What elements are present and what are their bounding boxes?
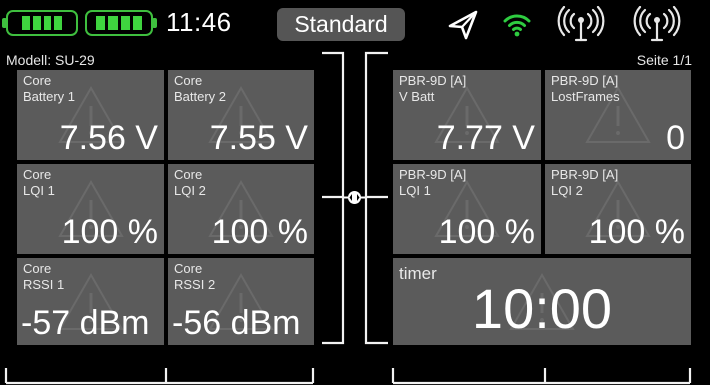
timer-label: timer xyxy=(399,264,437,283)
tile-source: PBR-9D [A] xyxy=(551,73,619,88)
tile-label: LQI 1 xyxy=(399,183,431,198)
tile-label: RSSI 1 xyxy=(23,277,65,292)
tile-value: -56 dBm xyxy=(172,304,301,342)
tile-label: LQI 2 xyxy=(551,183,583,198)
telemetry-tile-lqi-2-receiver[interactable]: PBR-9D [A] LQI 2 100 % xyxy=(545,164,691,254)
tile-label: LQI 2 xyxy=(174,183,206,198)
tile-source: PBR-9D [A] xyxy=(551,167,619,182)
tile-source: Core xyxy=(23,73,52,88)
timer-tile[interactable]: timer 10:00 xyxy=(393,258,691,345)
tile-source: Core xyxy=(174,167,203,182)
tile-label: V Batt xyxy=(399,89,435,104)
split-handle-icon[interactable] xyxy=(343,189,366,206)
tile-value: 100 % xyxy=(61,213,158,251)
tile-label: LQI 1 xyxy=(23,183,55,198)
telemetry-tile-lost-frames[interactable]: PBR-9D [A] LostFrames 0 xyxy=(545,70,691,160)
tile-value: 100 % xyxy=(588,213,685,251)
tile-source: Core xyxy=(23,167,52,182)
telemetry-tile-battery-2[interactable]: Core Battery 2 7.55 V xyxy=(168,70,314,160)
tile-source: Core xyxy=(174,73,203,88)
telemetry-tile-rssi-1[interactable]: Core RSSI 1 -57 dBm xyxy=(17,258,164,345)
telemetry-tile-rssi-2[interactable]: Core RSSI 2 -56 dBm xyxy=(168,258,314,345)
tile-label: Battery 1 xyxy=(23,89,76,104)
tile-source: PBR-9D [A] xyxy=(399,73,467,88)
tile-value: 0 xyxy=(666,119,685,157)
tile-value: 7.77 V xyxy=(436,119,535,157)
tile-source: Core xyxy=(23,261,52,276)
tile-value: 7.55 V xyxy=(209,119,308,157)
tile-value: 100 % xyxy=(211,213,308,251)
tile-label: Battery 2 xyxy=(174,89,227,104)
tile-value: 100 % xyxy=(438,213,535,251)
telemetry-tile-lqi-1[interactable]: Core LQI 1 100 % xyxy=(17,164,164,254)
tile-value: 7.56 V xyxy=(59,119,158,157)
tile-source: PBR-9D [A] xyxy=(399,167,467,182)
telemetry-tile-lqi-2[interactable]: Core LQI 2 100 % xyxy=(168,164,314,254)
tile-label: RSSI 2 xyxy=(174,277,216,292)
tile-source: Core xyxy=(174,261,203,276)
tile-value: -57 dBm xyxy=(21,304,150,342)
tile-label: LostFrames xyxy=(551,89,620,104)
timer-value: 10:00 xyxy=(471,277,613,340)
telemetry-tile-lqi-1-receiver[interactable]: PBR-9D [A] LQI 1 100 % xyxy=(393,164,541,254)
telemetry-tile-battery-1[interactable]: Core Battery 1 7.56 V xyxy=(17,70,164,160)
telemetry-tile-v-batt[interactable]: PBR-9D [A] V Batt 7.77 V xyxy=(393,70,541,160)
